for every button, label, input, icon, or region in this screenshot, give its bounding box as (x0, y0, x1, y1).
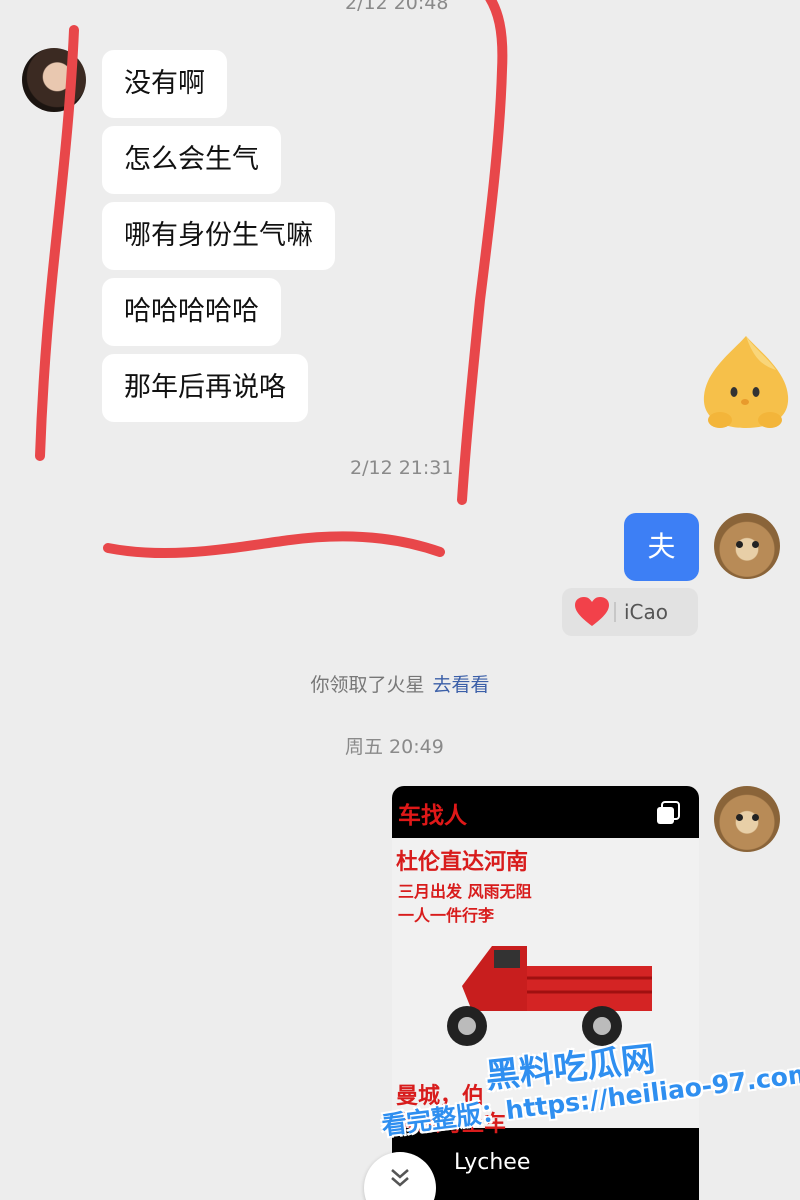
red-annotation-stroke (35, 0, 508, 559)
